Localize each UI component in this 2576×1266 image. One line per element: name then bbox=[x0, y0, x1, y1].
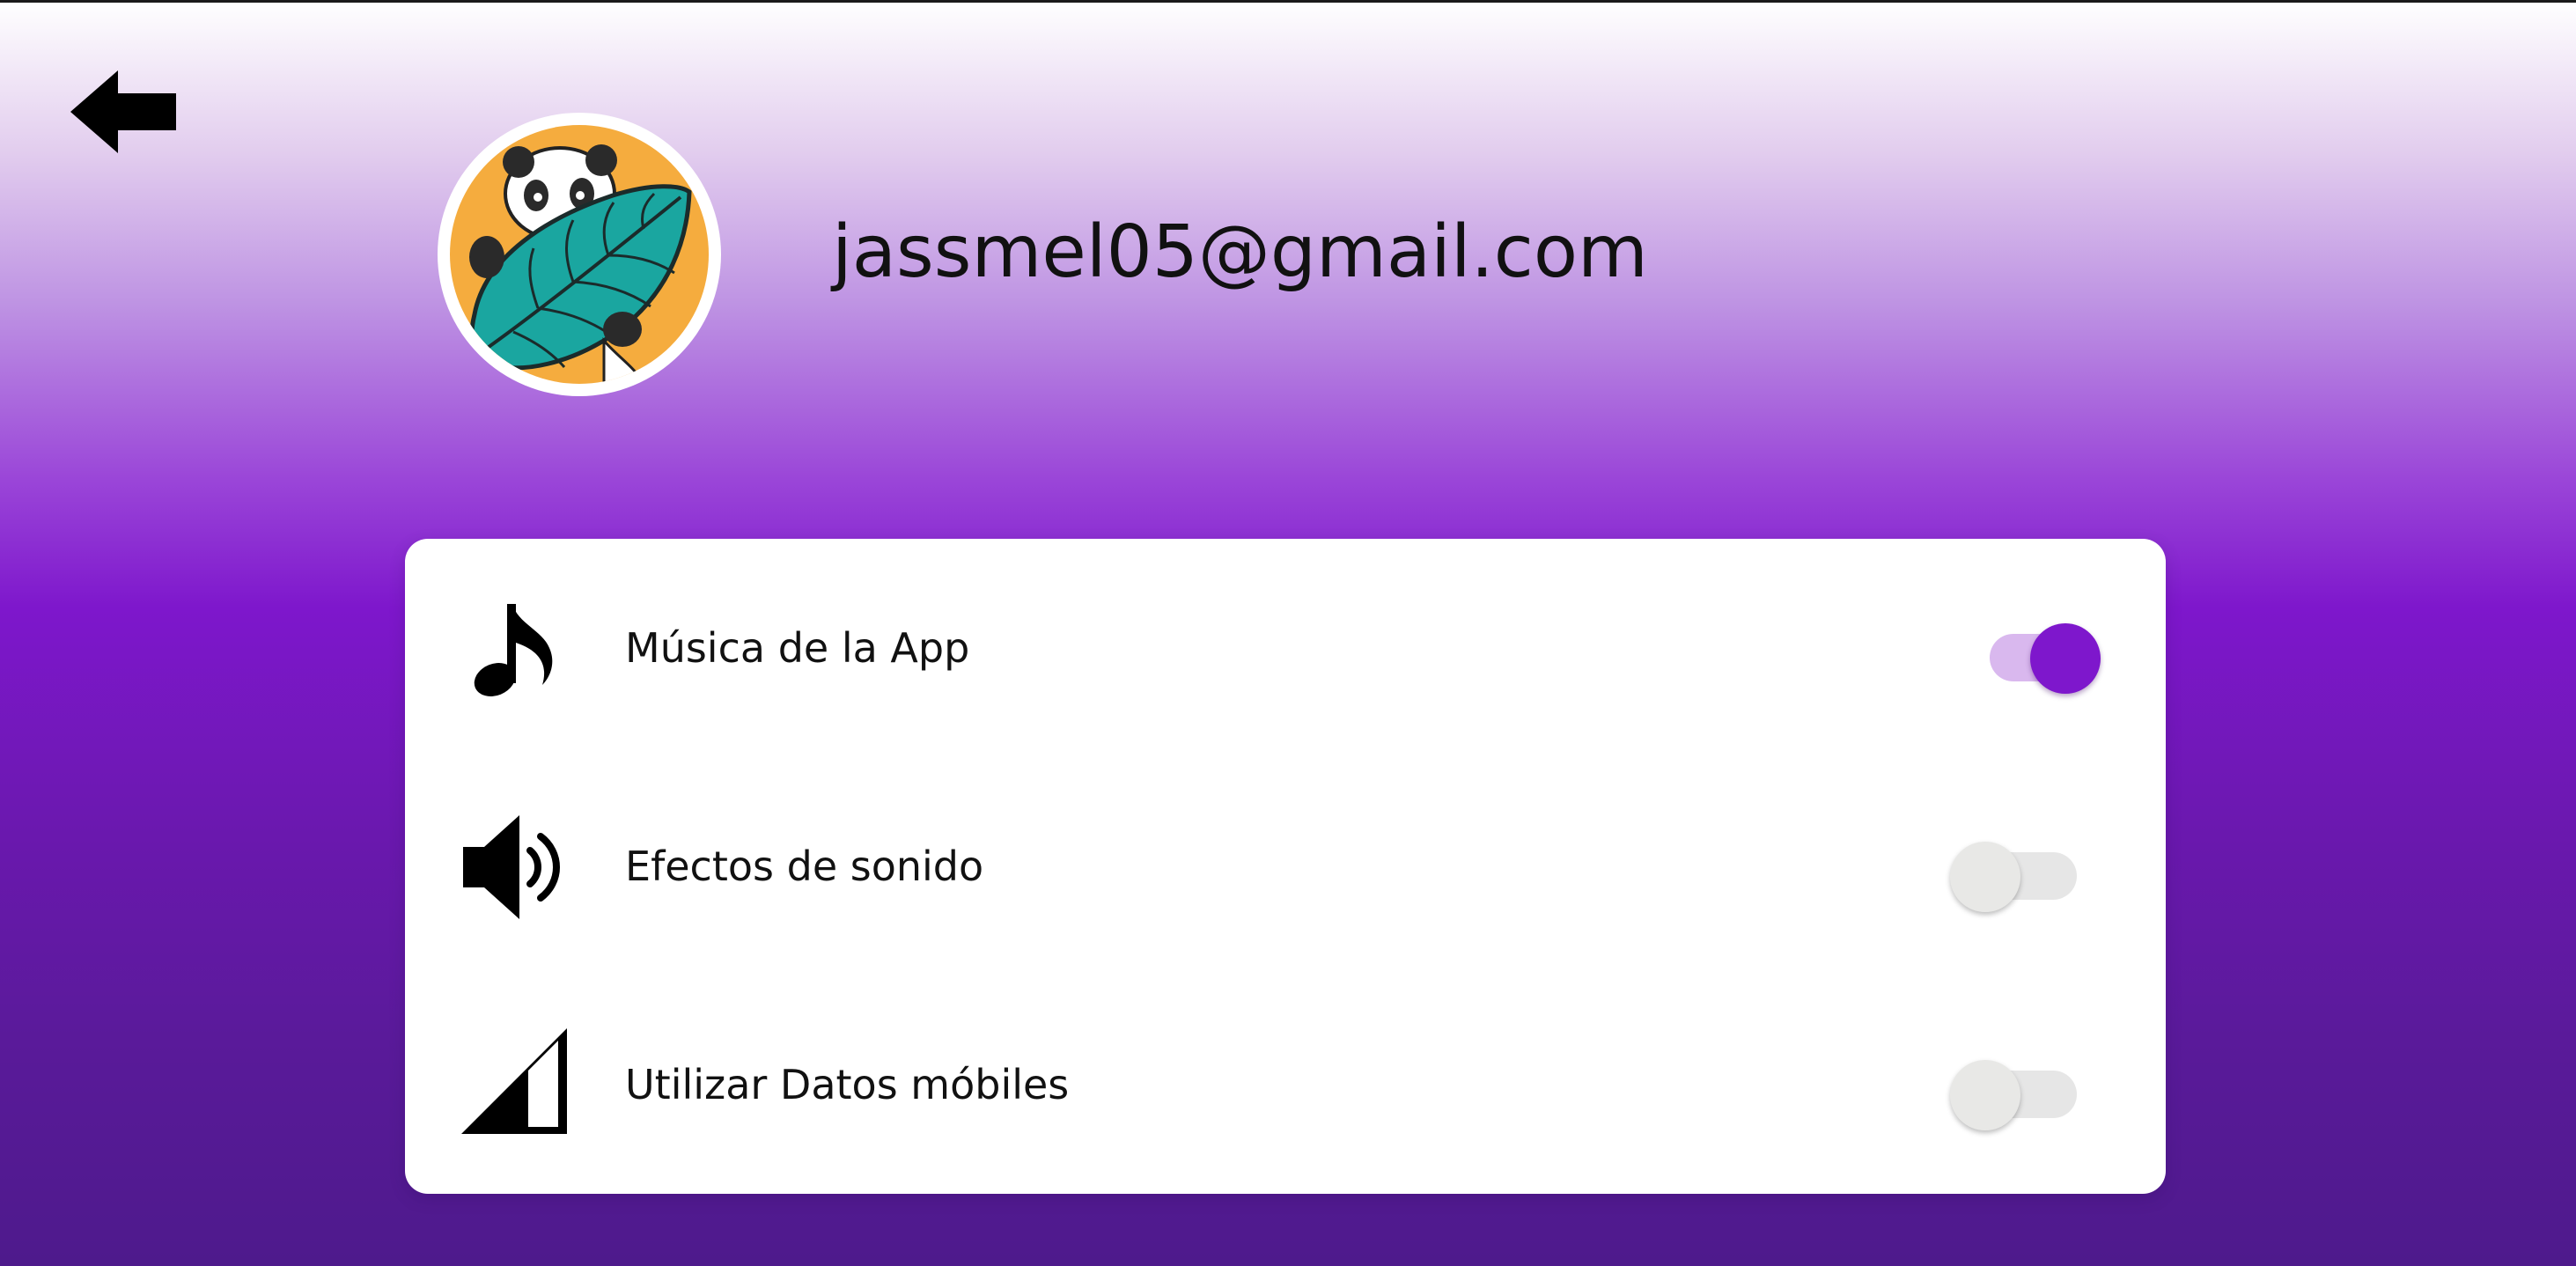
signal-icon bbox=[458, 1025, 572, 1139]
setting-row-sound-effects[interactable]: Efectos de sonido bbox=[405, 757, 2166, 975]
toggle-thumb bbox=[1950, 842, 2020, 912]
panda-avatar-icon bbox=[450, 125, 709, 384]
settings-card: Música de la App Efectos de sonido Utili… bbox=[405, 539, 2166, 1194]
mobile-data-toggle[interactable] bbox=[1950, 1046, 2077, 1130]
back-button[interactable] bbox=[63, 63, 187, 160]
setting-label-mobile-data: Utilizar Datos móbiles bbox=[625, 1061, 1070, 1108]
speaker-icon bbox=[458, 810, 572, 924]
sound-effects-toggle[interactable] bbox=[1950, 828, 2077, 912]
window-top-border bbox=[0, 0, 2576, 3]
music-note-icon bbox=[458, 592, 572, 706]
avatar[interactable] bbox=[438, 113, 721, 396]
setting-row-mobile-data[interactable]: Utilizar Datos móbiles bbox=[405, 975, 2166, 1194]
toggle-thumb bbox=[1950, 1060, 2020, 1130]
setting-row-music[interactable]: Música de la App bbox=[405, 539, 2166, 757]
back-arrow-icon bbox=[70, 70, 176, 153]
music-toggle[interactable] bbox=[1981, 609, 2104, 694]
setting-label-music: Música de la App bbox=[625, 624, 970, 672]
setting-label-sound-effects: Efectos de sonido bbox=[625, 843, 984, 890]
toggle-thumb bbox=[2030, 623, 2101, 694]
user-email: jassmel05@gmail.com bbox=[832, 210, 1648, 294]
